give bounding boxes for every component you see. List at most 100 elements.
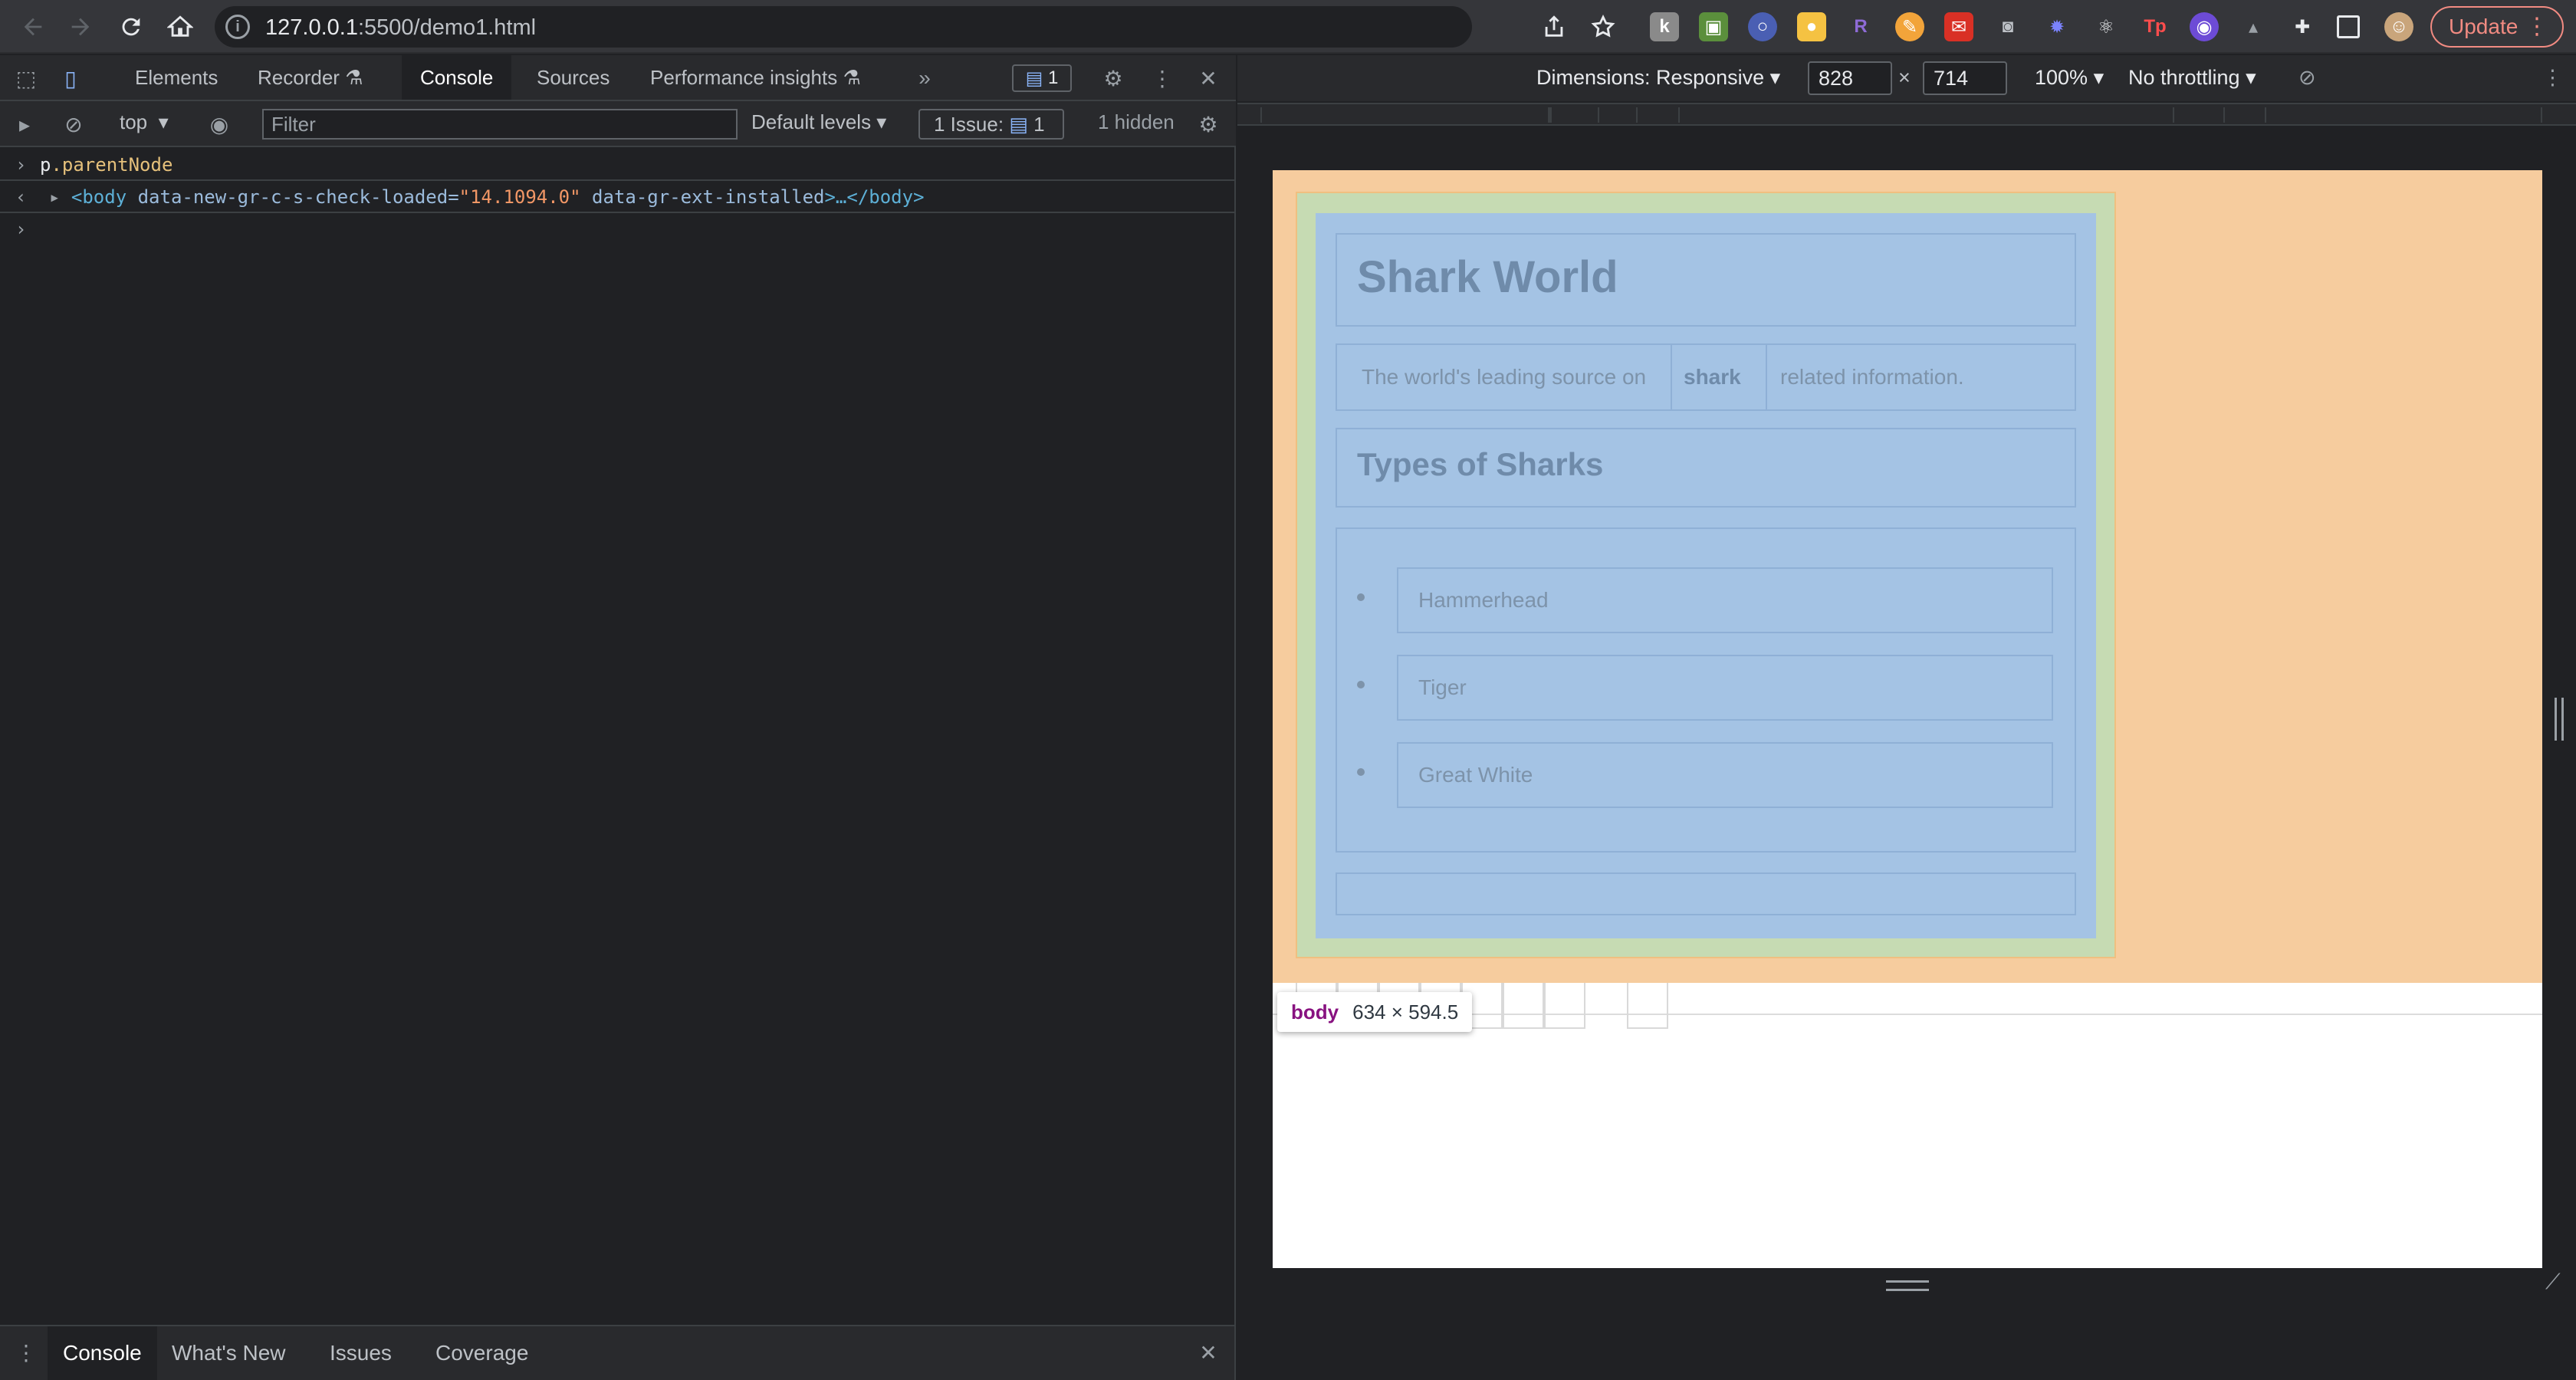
grid-cell <box>1544 983 1585 1029</box>
extension-star-icon[interactable]: ✹ <box>2042 12 2072 41</box>
console-output[interactable]: › p.parentNode ‹ ▸ <body data-new-gr-c-s… <box>0 149 1234 245</box>
home-icon[interactable] <box>161 8 199 46</box>
extension-eye-icon[interactable]: ◉ <box>2190 12 2219 41</box>
list-item-label: Hammerhead <box>1397 567 2053 633</box>
drawer-menu-icon[interactable]: ⋮ <box>12 1339 40 1366</box>
update-label: Update <box>2449 15 2518 38</box>
reload-icon[interactable] <box>112 8 150 46</box>
extensions-puzzle-icon[interactable]: ✚ <box>2288 12 2317 41</box>
tab-recorder[interactable]: Recorder ⚗ <box>239 55 381 100</box>
clear-console-icon[interactable]: ⊘ <box>60 110 87 138</box>
extension-image-icon[interactable]: ▣ <box>1699 12 1728 41</box>
extension-k-icon[interactable]: k <box>1650 12 1679 41</box>
settings-gear-icon[interactable]: ⚙ <box>1099 64 1127 92</box>
device-more-vert-icon[interactable]: ⋮ <box>2542 66 2563 90</box>
drawer-tab-coverage[interactable]: Coverage <box>420 1326 544 1380</box>
share-icon[interactable] <box>1535 8 1573 46</box>
console-input-line: › p.parentNode <box>0 149 1234 181</box>
page-title: Shark World <box>1357 252 1618 302</box>
browser-toolbar: i 127.0.0.1:5500/demo1.html k ▣ ○ ● R ✎ … <box>0 0 2576 54</box>
throttling-select[interactable]: No throttling ▾ <box>2128 66 2256 90</box>
extension-compass-icon[interactable]: ✎ <box>1895 12 1924 41</box>
tab-elements[interactable]: Elements <box>117 55 236 100</box>
issues-counter[interactable]: 1 Issue: ▤ 1 <box>918 109 1064 140</box>
list-item-label: Great White <box>1397 742 2053 808</box>
console-prompt-line[interactable]: › <box>0 213 1234 245</box>
drawer-tab-console[interactable]: Console <box>48 1326 157 1380</box>
device-toolbar-icon[interactable]: ▯ <box>57 64 84 92</box>
list-item: Great White <box>1357 742 2058 808</box>
chevron-left-icon: ‹ <box>15 186 27 208</box>
expand-triangle-icon[interactable]: ▸ <box>49 186 60 208</box>
extension-camera-icon[interactable]: ◙ <box>1993 12 2022 41</box>
dimensions-select[interactable]: Dimensions: Responsive ▾ <box>1536 66 1780 90</box>
bullet <box>1357 768 1365 776</box>
side-panel-icon[interactable] <box>2337 15 2360 38</box>
extension-lab-icon[interactable]: ▴ <box>2239 12 2268 41</box>
extension-bulb-icon[interactable]: ● <box>1797 12 1826 41</box>
bullet <box>1357 681 1365 688</box>
chevron-right-icon: › <box>15 154 27 176</box>
intro-paragraph: The world's leading source on shark rela… <box>1336 343 2076 411</box>
console-settings-gear-icon[interactable]: ⚙ <box>1194 110 1222 138</box>
address-bar[interactable]: i 127.0.0.1:5500/demo1.html <box>215 6 1472 48</box>
page-header: Shark World <box>1336 233 2076 327</box>
corner-resize-icon[interactable]: ⟋ <box>2545 1270 2568 1293</box>
height-input[interactable]: 714 <box>1923 61 2007 95</box>
drawer-tab-bar: ⋮ Console What's New Issues Coverage ✕ <box>0 1325 1234 1380</box>
tab-console[interactable]: Console <box>402 55 512 100</box>
list-item: Hammerhead <box>1357 567 2058 633</box>
forward-arrow-icon[interactable] <box>61 8 100 46</box>
drawer-close-icon[interactable]: ✕ <box>1194 1339 1222 1366</box>
more-vert-icon[interactable]: ⋮ <box>1148 64 1176 92</box>
console-toolbar: ▸ ⊘ top ▾ ◉ Filter Default levels ▾ 1 Is… <box>0 101 1236 147</box>
log-levels-select[interactable]: Default levels ▾ <box>751 110 886 134</box>
hidden-count: 1 hidden <box>1098 110 1175 133</box>
extension-r-icon[interactable]: R <box>1846 12 1875 41</box>
live-expression-eye-icon[interactable]: ◉ <box>205 110 233 138</box>
section-title: Types of Sharks <box>1357 446 1604 482</box>
tooltip-tag: body <box>1291 1000 1339 1024</box>
site-info-icon[interactable]: i <box>225 15 250 39</box>
filter-input[interactable]: Filter <box>262 109 738 140</box>
close-icon[interactable]: ✕ <box>1194 64 1222 92</box>
tooltip-dimensions: 634 × 594.5 <box>1352 1000 1459 1024</box>
element-highlight-tooltip: body 634 × 594.5 <box>1277 992 1473 1032</box>
tab-sources[interactable]: Sources <box>518 55 628 100</box>
back-arrow-icon[interactable] <box>14 8 52 46</box>
prompt-caret-icon: › <box>15 219 27 240</box>
extension-react-icon[interactable]: ⚛ <box>2091 12 2121 41</box>
drawer-tab-issues[interactable]: Issues <box>314 1326 407 1380</box>
intro-strong: shark <box>1659 345 1767 409</box>
extension-tp-icon[interactable]: Tp <box>2141 12 2170 41</box>
tab-performance-insights[interactable]: Performance insights ⚗ <box>632 55 879 100</box>
extension-circle-icon[interactable]: ○ <box>1748 12 1777 41</box>
more-tabs-chevron-icon[interactable]: » <box>911 64 938 92</box>
context-select[interactable]: top ▾ <box>120 110 169 134</box>
avatar[interactable]: ☺ <box>2384 12 2413 41</box>
issues-badge[interactable]: ▤ 1 <box>1012 64 1072 92</box>
zoom-select[interactable]: 100% ▾ <box>2035 66 2104 90</box>
vertical-resize-handle[interactable] <box>1886 1280 1929 1291</box>
update-button[interactable]: Update ⋮ <box>2430 6 2564 48</box>
media-query-ruler[interactable] <box>1237 103 2576 126</box>
extension-badge-icon[interactable]: ✉ <box>1944 12 1973 41</box>
intro-text: The world's leading source on <box>1337 345 1673 409</box>
bookmark-star-icon[interactable] <box>1584 8 1622 46</box>
rotate-icon[interactable]: ⊘ <box>2298 66 2316 90</box>
bullet <box>1357 593 1365 601</box>
inspect-element-icon[interactable]: ⬚ <box>12 64 40 92</box>
devtools-panel: ⬚ ▯ Elements Recorder ⚗ Console Sources … <box>0 55 1236 1380</box>
width-input[interactable]: 828 <box>1808 61 1892 95</box>
more-vert-icon: ⋮ <box>2525 14 2548 39</box>
emulated-viewport[interactable]: Shark World The world's leading source o… <box>1273 170 2542 1268</box>
times-sign: × <box>1898 66 1911 89</box>
section-heading: Types of Sharks <box>1336 428 2076 508</box>
console-result-line[interactable]: ‹ ▸ <body data-new-gr-c-s-check-loaded="… <box>0 181 1234 213</box>
drawer-tab-whats-new[interactable]: What's New <box>156 1326 301 1380</box>
sidebar-toggle-icon[interactable]: ▸ <box>11 110 38 138</box>
url-text: 127.0.0.1:5500/demo1.html <box>265 15 537 40</box>
grid-cell <box>1627 983 1668 1029</box>
horizontal-resize-handle[interactable] <box>2555 698 2564 741</box>
body-content-highlight: Shark World The world's leading source o… <box>1316 213 2096 938</box>
